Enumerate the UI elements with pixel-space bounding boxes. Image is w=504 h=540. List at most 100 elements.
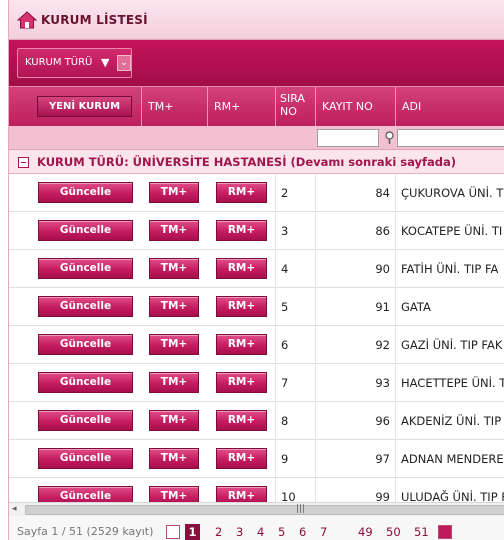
name-filter-input[interactable] [397, 129, 504, 147]
cell-divider [395, 288, 396, 326]
rm-button[interactable]: RM+ [216, 334, 267, 355]
page-link[interactable]: 49 [358, 525, 373, 539]
tm-button[interactable]: TM+ [149, 220, 199, 241]
kayit-filter-input[interactable] [317, 129, 379, 147]
chevron-down-icon[interactable]: ⌄ [117, 55, 131, 71]
group-row: KURUM TÜRÜ: ÜNİVERSİTE HASTANESİ (Devamı… [9, 150, 504, 174]
horizontal-scrollbar[interactable]: ◂ ||| [9, 502, 504, 516]
cell-divider [275, 402, 276, 440]
institution-type-dropdown[interactable]: KURUM TÜRÜ ▼ ⌄ [17, 48, 132, 78]
cell-divider [395, 402, 396, 440]
rm-button[interactable]: RM+ [216, 296, 267, 317]
rm-button[interactable]: RM+ [216, 486, 267, 502]
sira-cell: 5 [281, 300, 289, 314]
update-button[interactable]: Güncelle [38, 296, 133, 317]
page-link[interactable]: 50 [386, 525, 401, 539]
kayit-cell: 93 [375, 376, 390, 390]
toolbar: KURUM TÜRÜ ▼ ⌄ [9, 40, 504, 86]
name-cell: GAZİ ÜNİ. TIP FAK [401, 338, 503, 352]
pager: Sayfa 1 / 51 (2529 kayıt) 1 2 3 4 5 6 7 … [9, 516, 504, 540]
rm-button[interactable]: RM+ [216, 448, 267, 469]
page-link[interactable]: 6 [299, 525, 306, 539]
table-row: Güncelle TM+ RM+ 9 97 ADNAN MENDERES [9, 440, 504, 478]
group-note: (Devamı sonraki sayfada) [290, 155, 457, 169]
sira-cell: 2 [281, 186, 289, 200]
new-institution-button[interactable]: YENİ KURUM [37, 96, 132, 117]
update-button[interactable]: Güncelle [38, 182, 133, 203]
cell-divider [395, 440, 396, 478]
grip-icon: ||| [296, 504, 306, 514]
kayit-cell: 96 [375, 414, 390, 428]
page-link[interactable]: 51 [414, 525, 429, 539]
header-rm[interactable]: RM+ [207, 87, 275, 127]
cell-divider [275, 250, 276, 288]
filter-icon[interactable] [384, 131, 395, 145]
tm-button[interactable]: TM+ [149, 448, 199, 469]
kayit-cell: 92 [375, 338, 390, 352]
rm-button[interactable]: RM+ [216, 258, 267, 279]
table-row: Güncelle TM+ RM+ 2 84 ÇUKUROVA ÜNİ. TI [9, 174, 504, 212]
update-button[interactable]: Güncelle [38, 448, 133, 469]
update-button[interactable]: Güncelle [38, 486, 133, 502]
kayit-cell: 90 [375, 262, 390, 276]
update-button[interactable]: Güncelle [38, 372, 133, 393]
tm-button[interactable]: TM+ [149, 258, 199, 279]
tm-button[interactable]: TM+ [149, 334, 199, 355]
cell-divider [275, 326, 276, 364]
page-link[interactable]: 5 [278, 525, 285, 539]
rm-button[interactable]: RM+ [216, 182, 267, 203]
table-row: Güncelle TM+ RM+ 10 99 ULUDAĞ ÜNİ. TIP F [9, 478, 504, 502]
tm-button[interactable]: TM+ [149, 182, 199, 203]
caret-down-icon: ▼ [101, 56, 110, 69]
rm-button[interactable]: RM+ [216, 372, 267, 393]
tm-button[interactable]: TM+ [149, 372, 199, 393]
home-icon [17, 11, 37, 29]
cell-divider [275, 174, 276, 212]
cell-divider [395, 364, 396, 402]
table-body: Güncelle TM+ RM+ 2 84 ÇUKUROVA ÜNİ. TI G… [9, 174, 504, 502]
header-tm[interactable]: TM+ [141, 87, 207, 127]
title-bar: KURUM LİSTESİ [9, 0, 504, 40]
header-sira-no[interactable]: SIRA NO [275, 87, 315, 127]
table-row: Güncelle TM+ RM+ 4 90 FATİH ÜNİ. TIP FA [9, 250, 504, 288]
current-page[interactable]: 1 [185, 524, 200, 540]
name-cell: GATA [401, 300, 431, 314]
table-header: YENİ KURUM TM+ RM+ SIRA NO KAYIT NO ADI [9, 86, 504, 127]
prev-page-icon[interactable] [166, 525, 180, 539]
rm-button[interactable]: RM+ [216, 220, 267, 241]
sira-cell: 10 [281, 490, 296, 502]
sira-cell: 9 [281, 452, 289, 466]
page-link[interactable]: 3 [236, 525, 243, 539]
update-button[interactable]: Güncelle [38, 258, 133, 279]
group-label: KURUM TÜRÜ: ÜNİVERSİTE HASTANESİ [37, 155, 287, 169]
kayit-cell: 97 [375, 452, 390, 466]
rm-button[interactable]: RM+ [216, 410, 267, 431]
cell-divider [275, 212, 276, 250]
collapse-icon[interactable] [18, 157, 29, 168]
cell-divider [395, 212, 396, 250]
cell-divider [275, 440, 276, 478]
name-cell: ULUDAĞ ÜNİ. TIP F [401, 490, 504, 502]
header-adi[interactable]: ADI [395, 87, 504, 127]
scroll-left-icon[interactable]: ◂ [12, 504, 17, 514]
page-link[interactable]: 2 [215, 525, 222, 539]
header-kayit-no[interactable]: KAYIT NO [315, 87, 395, 127]
tm-button[interactable]: TM+ [149, 296, 199, 317]
sira-cell: 4 [281, 262, 289, 276]
table-row: Güncelle TM+ RM+ 7 93 HACETTEPE ÜNİ. T [9, 364, 504, 402]
tm-button[interactable]: TM+ [149, 486, 199, 502]
page-link[interactable]: 4 [257, 525, 264, 539]
filter-row [9, 126, 504, 150]
page-link[interactable]: 7 [320, 525, 327, 539]
tm-button[interactable]: TM+ [149, 410, 199, 431]
sira-cell: 8 [281, 414, 289, 428]
update-button[interactable]: Güncelle [38, 220, 133, 241]
update-button[interactable]: Güncelle [38, 410, 133, 431]
name-cell: AKDENİZ ÜNİ. TIP [401, 414, 502, 428]
update-button[interactable]: Güncelle [38, 334, 133, 355]
name-cell: KOCATEPE ÜNİ. TI [401, 224, 503, 238]
cell-divider [395, 326, 396, 364]
next-page-icon[interactable] [438, 525, 452, 539]
cell-divider [275, 288, 276, 326]
scrollbar-thumb[interactable]: ||| [25, 504, 504, 515]
